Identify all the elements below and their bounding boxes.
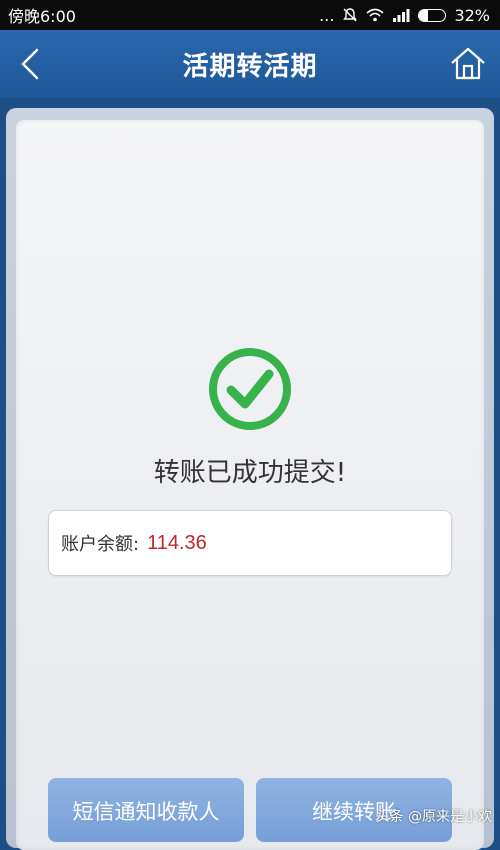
battery-icon bbox=[418, 8, 447, 22]
chevron-left-icon bbox=[21, 48, 39, 80]
watermark: 头条 @原来是小欢 bbox=[375, 809, 492, 825]
app-header: 活期转活期 bbox=[0, 30, 500, 98]
battery-percent: 32% bbox=[454, 5, 490, 25]
signal-icon bbox=[392, 8, 410, 22]
page-title: 活期转活期 bbox=[182, 51, 318, 82]
balance-label: 账户余额: bbox=[61, 534, 140, 555]
status-icons: ... 32% bbox=[319, 6, 490, 25]
status-bar: 傍晚6:00 ... 32% bbox=[0, 0, 500, 30]
success-message: 转账已成功提交! bbox=[153, 458, 347, 488]
home-icon bbox=[451, 47, 485, 80]
signal-dots: ... bbox=[319, 5, 335, 25]
status-time: 傍晚6:00 bbox=[8, 7, 76, 26]
battery-level bbox=[419, 9, 428, 21]
bell-off-icon bbox=[342, 7, 358, 23]
check-circle-icon bbox=[209, 348, 291, 430]
home-button[interactable] bbox=[448, 42, 488, 84]
sms-notify-button[interactable]: 短信通知收款人 bbox=[48, 778, 244, 842]
balance-value: 114.36 bbox=[147, 531, 207, 554]
back-button[interactable] bbox=[12, 44, 48, 84]
balance-box: 账户余额: 114.36 bbox=[48, 510, 452, 576]
wifi-icon bbox=[366, 8, 384, 22]
